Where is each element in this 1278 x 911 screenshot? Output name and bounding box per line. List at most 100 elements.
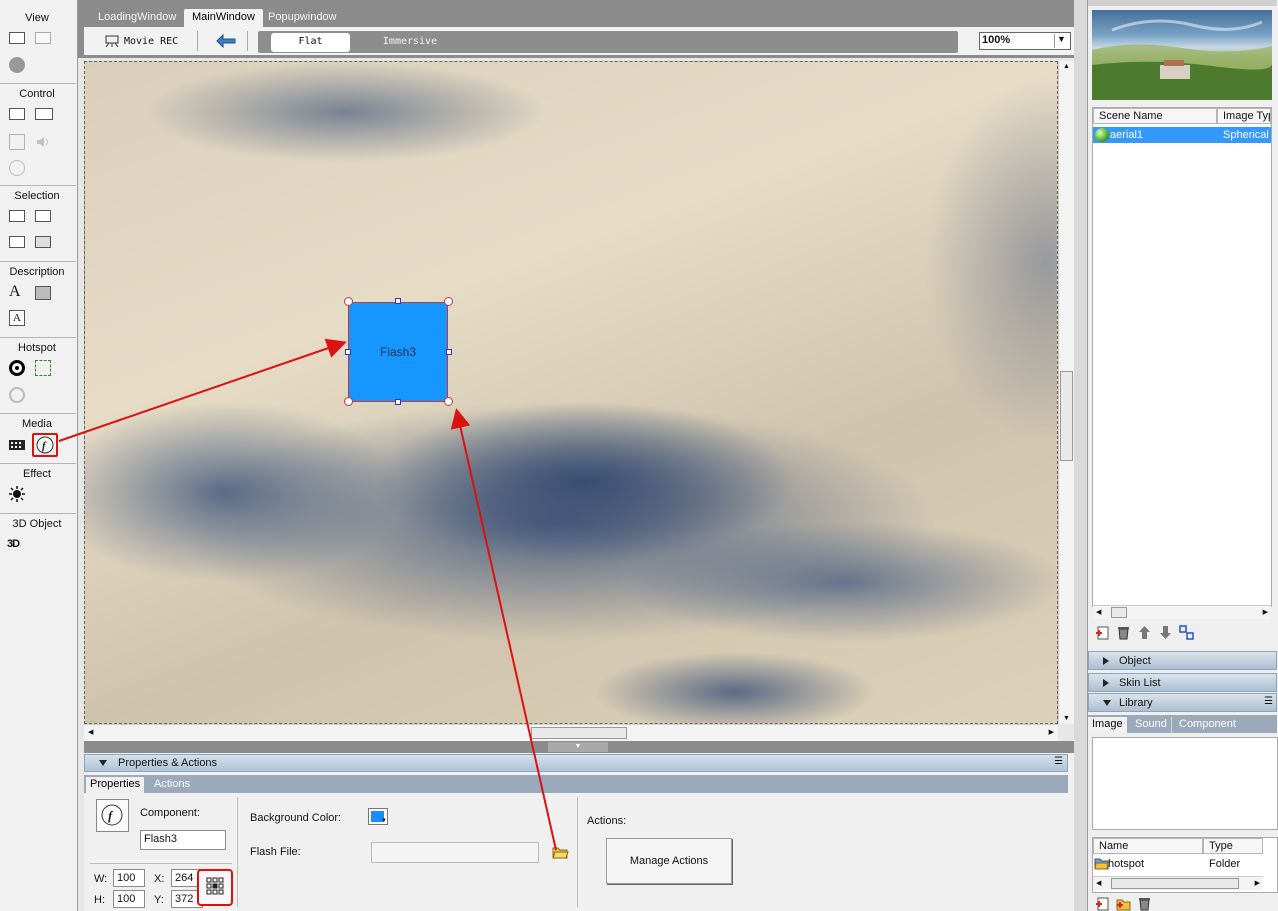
collapse-icon[interactable]: ▼: [548, 742, 608, 752]
library-actions-toolbar: [1095, 896, 1152, 911]
library-type-column-header[interactable]: Type: [1203, 838, 1263, 854]
add-item-icon[interactable]: [1095, 896, 1110, 911]
panel-menu-icon[interactable]: ☰: [1054, 756, 1063, 767]
scene-list-scrollbar[interactable]: ◀ ▶: [1093, 605, 1271, 619]
manage-actions-button[interactable]: Manage Actions: [606, 838, 732, 884]
alignment-grid-button[interactable]: [197, 869, 233, 906]
image-type-column-header[interactable]: Image Typ: [1217, 108, 1271, 124]
tab-sound[interactable]: Sound: [1131, 717, 1172, 733]
compass-icon[interactable]: [9, 160, 25, 176]
resize-handle-right[interactable]: [446, 349, 452, 355]
window-view-icon[interactable]: [9, 32, 25, 44]
scroll-up-icon[interactable]: ▲: [1063, 63, 1070, 70]
globe-icon[interactable]: [9, 57, 25, 73]
scene-list-icon[interactable]: [9, 210, 25, 222]
polygon-hotspot-icon[interactable]: [35, 360, 51, 376]
zoom-select[interactable]: 100% ▼: [979, 32, 1071, 50]
scroll-right-icon[interactable]: ▶: [1255, 879, 1260, 887]
thumbnail-list-icon[interactable]: [9, 236, 25, 248]
folder-open-icon[interactable]: [552, 845, 569, 859]
add-scene-icon[interactable]: [1095, 625, 1110, 640]
new-folder-icon[interactable]: [1116, 896, 1131, 911]
resize-handle-left[interactable]: [345, 349, 351, 355]
resize-handle-top-left[interactable]: [344, 297, 353, 306]
vertical-scroll-thumb[interactable]: [1060, 371, 1073, 461]
panel-library[interactable]: Library ☰: [1088, 693, 1277, 712]
y-label: Y:: [154, 894, 164, 906]
tab-popup-window[interactable]: Popupwindow: [260, 9, 345, 27]
right-splitter[interactable]: [1074, 0, 1087, 911]
movie-rec-button[interactable]: Movie REC: [104, 33, 178, 49]
3d-object-icon[interactable]: 3D: [7, 536, 27, 552]
scene-link-icon[interactable]: [1179, 625, 1194, 640]
height-field[interactable]: 100: [113, 890, 145, 908]
collapse-triangle-icon[interactable]: [99, 760, 107, 766]
resize-handle-top[interactable]: [395, 298, 401, 304]
background-color-picker[interactable]: ▼: [368, 808, 388, 825]
sun-effect-icon[interactable]: [9, 486, 25, 502]
sound-icon[interactable]: [35, 134, 51, 150]
horizontal-scroll-thumb[interactable]: [531, 727, 627, 739]
image-icon[interactable]: [35, 286, 51, 300]
move-down-icon[interactable]: [1158, 625, 1173, 640]
tab-loading-window[interactable]: LoadingWindow: [90, 9, 184, 27]
library-row-hotspot[interactable]: hotspot Folder: [1093, 856, 1263, 872]
panel-object[interactable]: Object: [1088, 651, 1277, 670]
map-icon[interactable]: [35, 236, 51, 248]
scroll-thumb[interactable]: [1111, 607, 1127, 618]
properties-tabs: Properties Actions: [84, 775, 1068, 793]
delete-item-icon[interactable]: [1137, 896, 1152, 911]
scene-name-column-header[interactable]: Scene Name: [1093, 108, 1217, 124]
tab-properties[interactable]: Properties: [86, 777, 145, 793]
resize-handle-bottom-left[interactable]: [344, 397, 353, 406]
scroll-left-icon[interactable]: ◀: [88, 728, 93, 736]
canvas-vertical-scrollbar[interactable]: ▲ ▼: [1058, 61, 1074, 724]
library-scrollbar[interactable]: ◀ ▶: [1093, 876, 1263, 890]
tab-main-window[interactable]: MainWindow: [184, 9, 263, 27]
panel-control-icon[interactable]: [9, 108, 25, 120]
flash-component[interactable]: Flash3: [348, 302, 448, 402]
resize-handle-top-right[interactable]: [444, 297, 453, 306]
move-up-icon[interactable]: [1137, 625, 1152, 640]
video-icon[interactable]: [9, 438, 25, 454]
component-name-field[interactable]: Flash3: [140, 830, 226, 850]
scroll-thumb[interactable]: [1111, 878, 1239, 889]
resize-handle-bottom-right[interactable]: [444, 397, 453, 406]
tab-image[interactable]: Image: [1088, 717, 1127, 733]
slider-icon[interactable]: [9, 134, 25, 150]
section-title-media: Media: [22, 418, 52, 430]
scroll-down-icon[interactable]: ▼: [1063, 715, 1070, 722]
scroll-right-icon[interactable]: ▶: [1049, 728, 1054, 736]
height-label: H:: [94, 894, 105, 906]
panel-skin-list[interactable]: Skin List: [1088, 673, 1277, 692]
dropdown-list-icon[interactable]: [35, 210, 51, 222]
scroll-right-icon[interactable]: ▶: [1263, 608, 1268, 616]
delete-scene-icon[interactable]: [1116, 625, 1131, 640]
button-bar-icon[interactable]: [35, 108, 53, 120]
panorama-canvas[interactable]: [84, 61, 1058, 724]
movie-rec-label: Movie REC: [124, 35, 179, 47]
text-icon[interactable]: A: [9, 284, 25, 300]
back-arrow-icon[interactable]: [216, 33, 236, 49]
library-preview: [1092, 737, 1278, 830]
resize-handle-bottom[interactable]: [395, 399, 401, 405]
immersive-mode-button[interactable]: Immersive: [360, 33, 460, 52]
flash-file-field[interactable]: [371, 842, 539, 863]
canvas-horizontal-scrollbar[interactable]: ◀ ▶: [84, 724, 1058, 741]
scroll-left-icon[interactable]: ◀: [1096, 879, 1101, 887]
point-hotspot-icon[interactable]: [9, 360, 25, 376]
flash-media-icon[interactable]: f: [32, 433, 58, 457]
panel-menu-icon[interactable]: ☰: [1264, 696, 1273, 707]
flat-mode-button[interactable]: Flat: [271, 33, 350, 52]
tab-actions[interactable]: Actions: [150, 777, 194, 793]
radar-hotspot-icon[interactable]: [9, 387, 25, 403]
library-name-column-header[interactable]: Name: [1093, 838, 1203, 854]
bottom-splitter[interactable]: ▼: [84, 741, 1074, 753]
tab-component[interactable]: Component: [1175, 717, 1240, 733]
scene-row-aerial1[interactable]: aerial1 Spherical: [1093, 127, 1271, 143]
flash-file-label: Flash File:: [250, 846, 301, 858]
image-view-icon[interactable]: [35, 32, 51, 44]
width-field[interactable]: 100: [113, 869, 145, 887]
scroll-left-icon[interactable]: ◀: [1096, 608, 1101, 616]
textbox-icon[interactable]: A: [9, 310, 25, 326]
